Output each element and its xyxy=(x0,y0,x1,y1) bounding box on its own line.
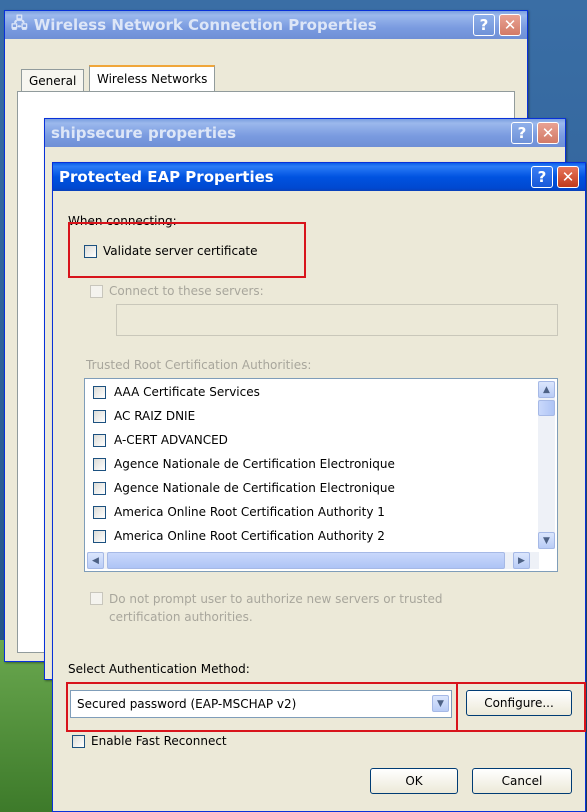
highlight-configure xyxy=(456,682,586,732)
list-item-checkbox[interactable] xyxy=(93,481,106,495)
list-item-label: America Online Root Certification Author… xyxy=(114,529,385,543)
connect-servers-row: Connect to these servers: xyxy=(90,284,264,298)
highlight-auth-method xyxy=(66,682,458,732)
list-item-label: Agence Nationale de Certification Electr… xyxy=(114,457,395,471)
scroll-up-icon[interactable]: ▲ xyxy=(538,381,555,398)
list-item-checkbox[interactable] xyxy=(93,433,106,447)
fast-reconnect-label: Enable Fast Reconnect xyxy=(91,734,227,748)
vertical-scrollbar[interactable]: ▲ ▼ xyxy=(538,381,555,549)
list-item[interactable]: AAA Certificate Services xyxy=(93,385,260,399)
network-icon: 🖧 xyxy=(11,13,28,32)
list-item[interactable]: AC RAIZ DNIE xyxy=(93,409,195,423)
list-item[interactable]: Agence Nationale de Certification Electr… xyxy=(93,457,395,471)
ok-button[interactable]: OK xyxy=(370,768,458,794)
scroll-down-icon[interactable]: ▼ xyxy=(538,532,555,549)
trusted-root-list[interactable]: AAA Certificate Services AC RAIZ DNIE A-… xyxy=(84,378,558,572)
highlight-validate-cert xyxy=(68,222,306,278)
list-item-checkbox[interactable] xyxy=(93,409,106,423)
trusted-root-label: Trusted Root Certification Authorities: xyxy=(86,358,312,372)
list-item-checkbox[interactable] xyxy=(93,505,106,519)
fast-reconnect-row[interactable]: Enable Fast Reconnect xyxy=(72,734,227,748)
list-item[interactable]: A-CERT ADVANCED xyxy=(93,433,228,447)
list-item-label: AAA Certificate Services xyxy=(114,385,260,399)
cancel-button[interactable]: Cancel xyxy=(472,768,572,794)
shipsecure-titlebar[interactable]: shipsecure properties ? ✕ xyxy=(45,119,565,147)
list-item-checkbox[interactable] xyxy=(93,385,106,399)
list-item-checkbox[interactable] xyxy=(93,529,106,543)
tab-wireless-networks[interactable]: Wireless Networks xyxy=(89,65,216,91)
do-not-prompt-row: Do not prompt user to authorize new serv… xyxy=(90,590,443,626)
window-title: shipsecure properties xyxy=(51,124,237,142)
list-item-label: Agence Nationale de Certification Electr… xyxy=(114,481,395,495)
auth-method-label: Select Authentication Method: xyxy=(68,662,250,676)
do-not-prompt-label-line1: Do not prompt user to authorize new serv… xyxy=(109,592,443,606)
list-item-label: AC RAIZ DNIE xyxy=(114,409,196,423)
list-item[interactable]: Agence Nationale de Certification Electr… xyxy=(93,481,395,495)
peap-titlebar[interactable]: Protected EAP Properties ? ✕ xyxy=(53,163,585,191)
do-not-prompt-label-line2: certification authorities. xyxy=(109,610,253,624)
close-icon[interactable]: ✕ xyxy=(537,122,559,144)
list-item-label: America Online Root Certification Author… xyxy=(114,505,385,519)
help-icon[interactable]: ? xyxy=(473,14,495,36)
list-item-checkbox[interactable] xyxy=(93,457,106,471)
tab-general[interactable]: General xyxy=(21,69,85,91)
connect-servers-checkbox xyxy=(90,284,103,298)
list-item[interactable]: America Online Root Certification Author… xyxy=(93,529,385,543)
servers-input xyxy=(116,304,558,336)
close-icon[interactable]: ✕ xyxy=(557,166,579,188)
help-icon[interactable]: ? xyxy=(531,166,553,188)
list-item[interactable]: America Online Root Certification Author… xyxy=(93,505,385,519)
scroll-thumb[interactable] xyxy=(538,400,555,416)
help-icon[interactable]: ? xyxy=(511,122,533,144)
horizontal-scrollbar[interactable]: ◀ ▶ xyxy=(87,552,539,569)
connect-servers-label: Connect to these servers: xyxy=(109,284,264,298)
horizontal-scroll-thumb[interactable] xyxy=(107,552,505,569)
close-icon[interactable]: ✕ xyxy=(499,14,521,36)
wireless-properties-titlebar[interactable]: 🖧 Wireless Network Connection Properties… xyxy=(5,11,527,39)
scroll-right-icon[interactable]: ▶ xyxy=(513,552,530,569)
fast-reconnect-checkbox[interactable] xyxy=(72,734,85,748)
list-item-label: A-CERT ADVANCED xyxy=(114,433,228,447)
scroll-left-icon[interactable]: ◀ xyxy=(87,552,104,569)
dialog-title: Protected EAP Properties xyxy=(59,168,274,186)
do-not-prompt-checkbox xyxy=(90,592,103,605)
window-title: Wireless Network Connection Properties xyxy=(33,16,377,34)
